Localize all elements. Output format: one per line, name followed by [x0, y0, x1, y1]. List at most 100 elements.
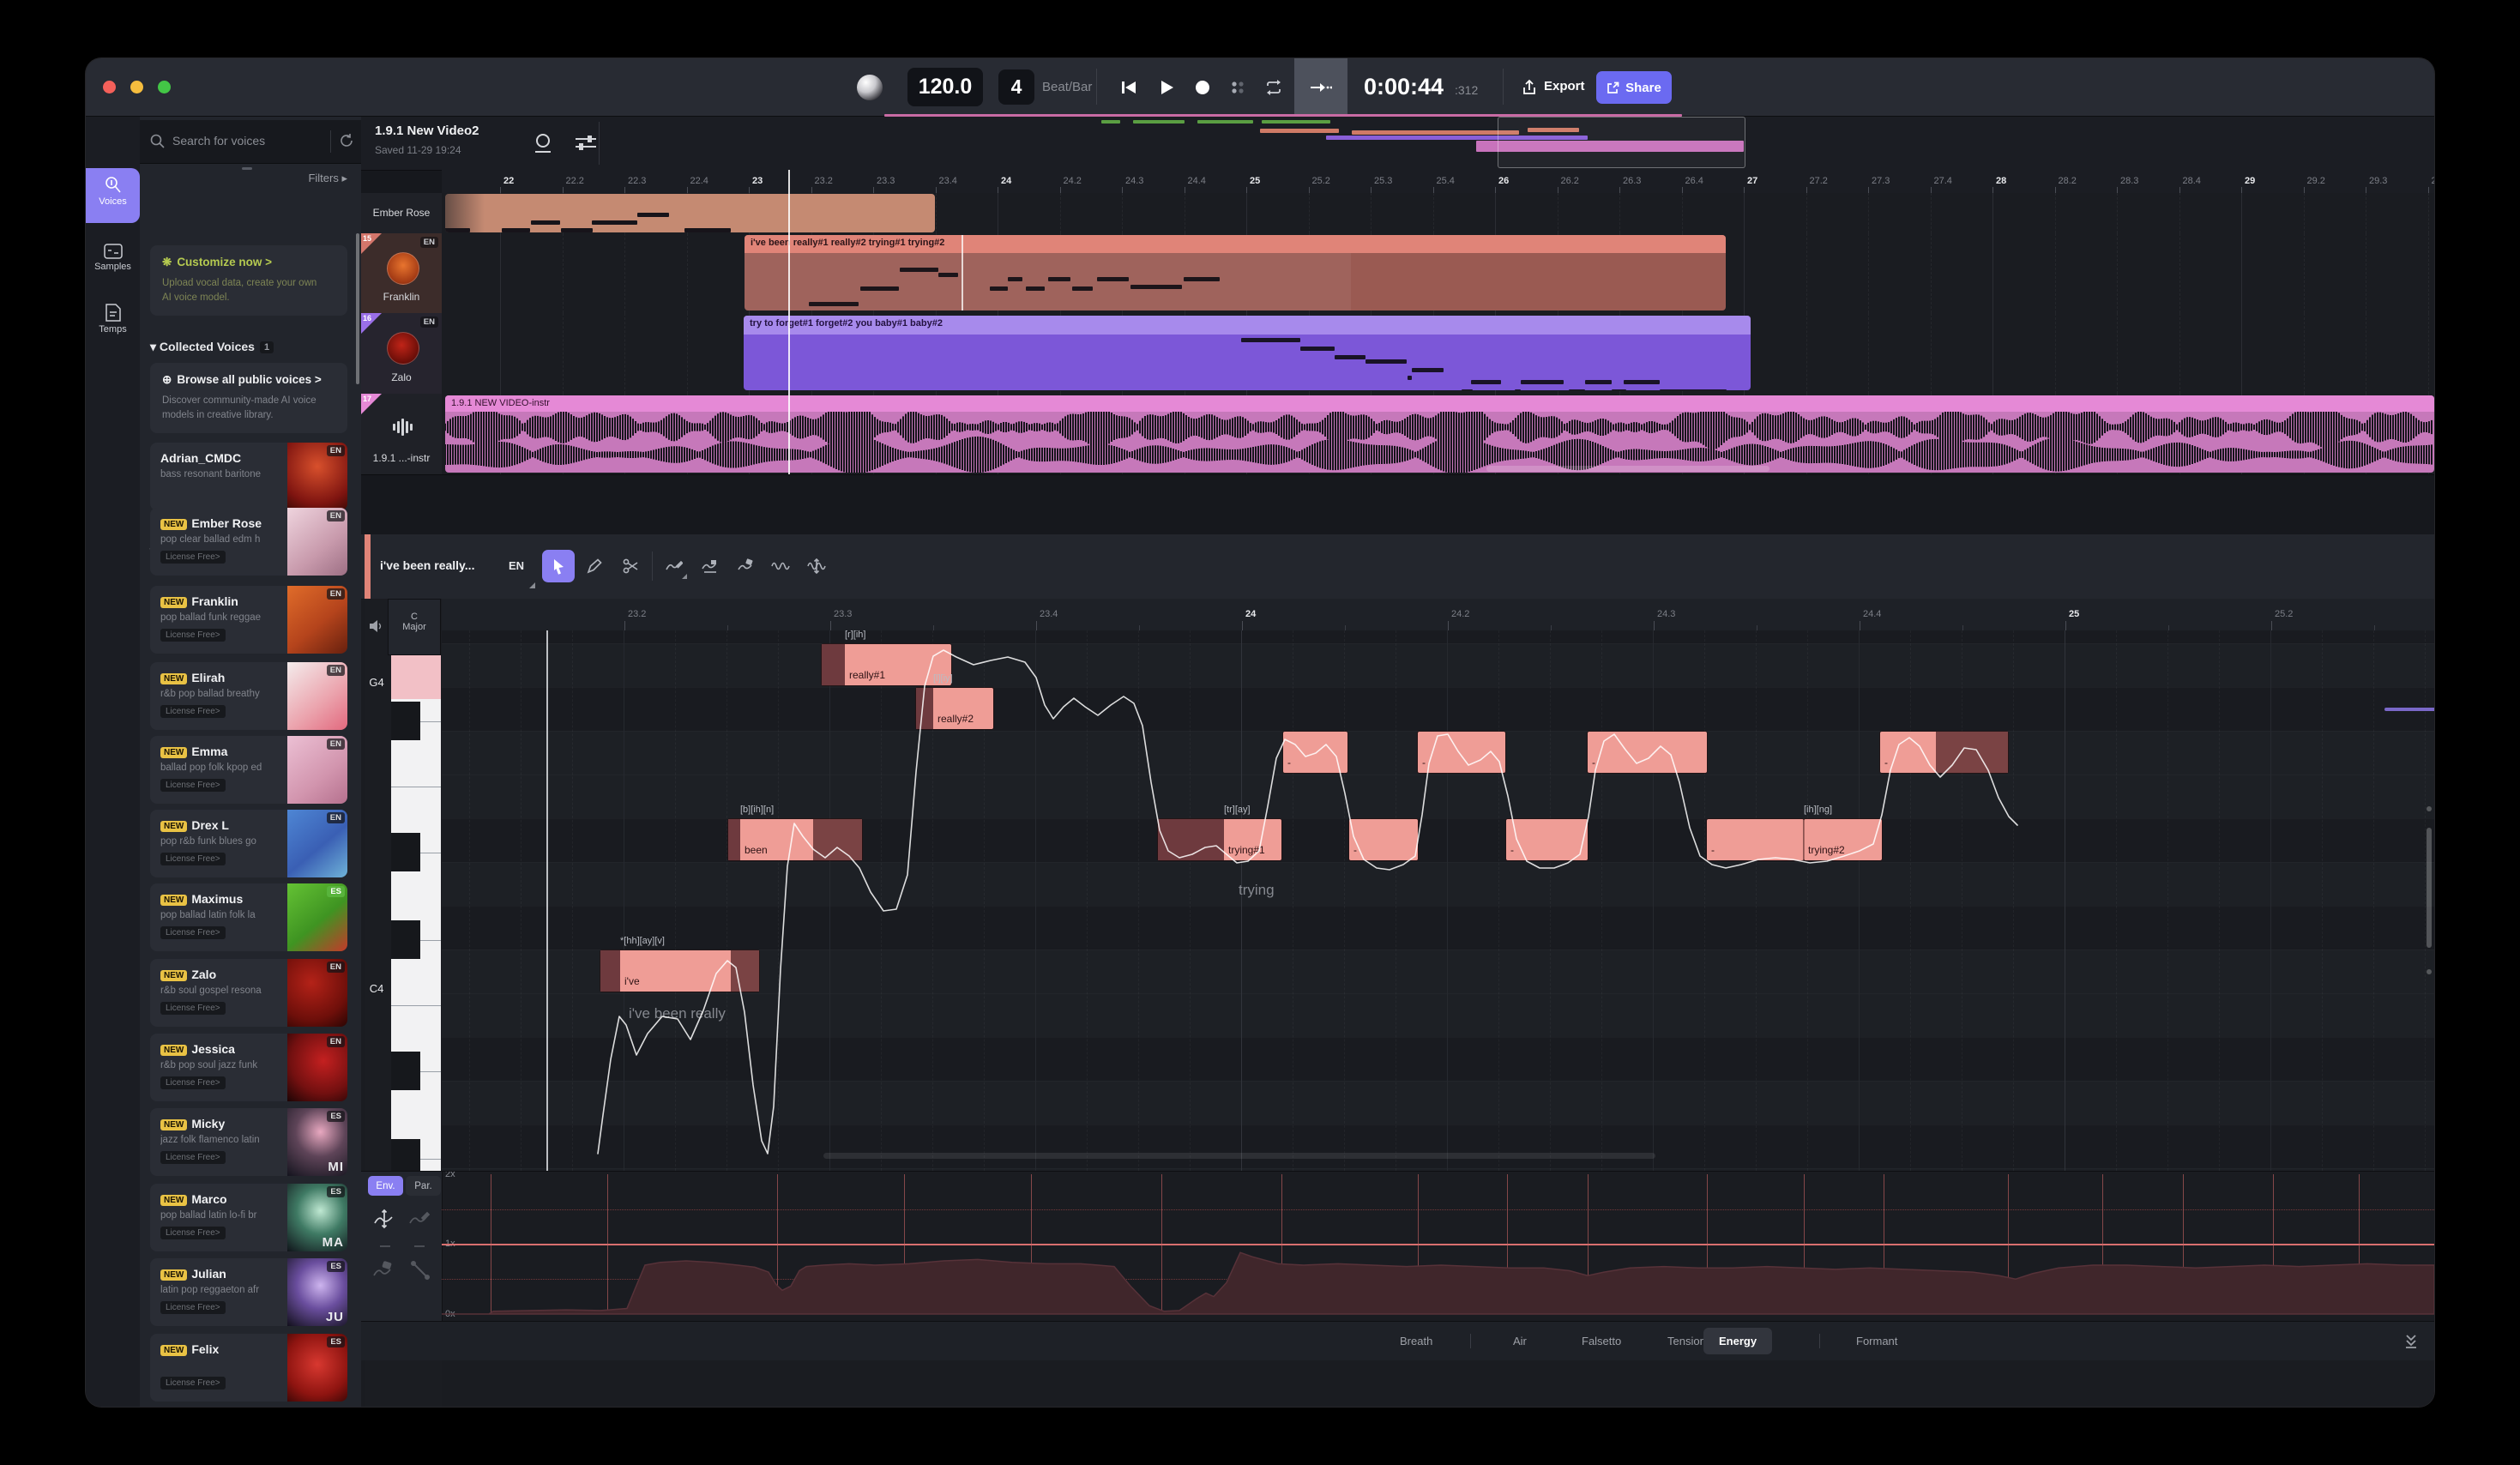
voice-card[interactable]: NEWMickyjazz folk flamenco latinLicense … — [150, 1108, 347, 1176]
key-signature-box[interactable]: C Major — [388, 599, 441, 655]
share-button[interactable]: Share — [1596, 71, 1672, 104]
voice-card[interactable]: NEWFelixLicense Free>ES — [150, 1334, 347, 1402]
sidebar-tab-samples[interactable]: Samples — [86, 244, 140, 272]
clip-ember-rose[interactable] — [445, 194, 935, 232]
pitch-stamp-tool-button[interactable] — [694, 550, 726, 582]
note--[interactable]: - — [1349, 819, 1418, 860]
license-badge[interactable]: License Free> — [160, 853, 226, 865]
track-lane[interactable]: 1.9.1 NEW VIDEO-instr — [442, 394, 2434, 475]
record-button[interactable] — [1187, 58, 1218, 116]
refresh-icon[interactable] — [339, 133, 354, 148]
note-trying-2[interactable]: trying#2 — [1804, 819, 1882, 860]
voice-card[interactable]: NEWEmber Rosepop clear ballad edm hLicen… — [150, 508, 347, 576]
license-badge[interactable]: License Free> — [160, 705, 226, 718]
search-input[interactable]: Search for voices — [172, 134, 265, 148]
vibrato-tool-button[interactable] — [764, 550, 797, 582]
license-badge[interactable]: License Free> — [160, 1227, 226, 1239]
note-been[interactable]: been — [728, 819, 862, 860]
black-key[interactable] — [391, 833, 420, 871]
envelope-tab[interactable]: Env. — [368, 1176, 403, 1196]
tab-breath[interactable]: Breath — [1384, 1328, 1448, 1354]
note-grid[interactable]: i've*[hh][ay][v]been[b][ih][n]really#1[r… — [442, 630, 2434, 1171]
track-avatar[interactable] — [387, 252, 419, 285]
voice-card-adrian[interactable]: Adrian_CMDC bass resonant baritone EN — [150, 443, 347, 510]
pointer-tool-button[interactable] — [542, 550, 575, 582]
black-key[interactable] — [391, 1052, 420, 1090]
voice-card[interactable]: NEWFranklinpop ballad funk reggaeLicense… — [150, 586, 347, 654]
editor-ruler[interactable]: 23.223.323.42424.224.324.42525.2 — [442, 599, 2434, 631]
pencil-tool-button[interactable] — [578, 550, 611, 582]
license-badge[interactable]: License Free> — [160, 926, 226, 939]
voice-card[interactable]: NEWMaximuspop ballad latin folk laLicens… — [150, 883, 347, 951]
note--[interactable]: - — [1880, 732, 2008, 773]
loop-button[interactable] — [1257, 58, 1290, 116]
line-tool[interactable] — [411, 1261, 430, 1280]
energy-curve-chart[interactable]: 2x1x0x — [442, 1172, 2434, 1322]
tab-energy[interactable]: Energy — [1703, 1328, 1772, 1354]
play-button[interactable] — [1151, 58, 1182, 116]
project-title[interactable]: 1.9.1 New Video2 — [375, 124, 479, 138]
customize-voice-card[interactable]: ❋Customize now > Upload vocal data, crea… — [150, 245, 347, 316]
timeline-ruler[interactable]: 2222.222.322.42323.223.323.42424.224.324… — [442, 170, 2434, 194]
sidebar-tab-voices[interactable]: Voices — [86, 168, 140, 223]
clip-zalo[interactable]: try to forget#1 forget#2 you baby#1 baby… — [744, 316, 1751, 390]
auto-scroll-toggle[interactable] — [1294, 58, 1347, 116]
license-badge[interactable]: License Free> — [160, 779, 226, 792]
track-header-franklin[interactable]: 15ENFranklin — [361, 233, 442, 314]
export-button[interactable]: Export — [1544, 79, 1585, 93]
track-lane[interactable] — [442, 193, 2434, 234]
voice-card[interactable]: NEWEmmaballad pop folk kpop edLicense Fr… — [150, 736, 347, 804]
voice-card[interactable]: NEWJessicar&b pop soul jazz funkLicense … — [150, 1034, 347, 1101]
note--[interactable]: - — [1418, 732, 1505, 773]
parameters-tab[interactable]: Par. — [406, 1176, 441, 1196]
black-key[interactable] — [391, 702, 420, 740]
minimap-viewport[interactable] — [1498, 117, 1745, 168]
tab-formant[interactable]: Formant — [1841, 1328, 1913, 1354]
export-icon[interactable] — [1516, 58, 1542, 116]
close-window-button[interactable] — [103, 81, 116, 93]
scissors-tool-button[interactable] — [614, 550, 647, 582]
license-badge[interactable]: License Free> — [160, 551, 226, 564]
sidebar-tab-temps[interactable]: Temps — [86, 304, 140, 335]
minimize-window-button[interactable] — [130, 81, 143, 93]
note--[interactable]: - — [1283, 732, 1347, 773]
skip-back-button[interactable] — [1113, 58, 1144, 116]
mixer-settings-icon[interactable] — [574, 132, 598, 154]
clip-franklin[interactable]: i've been really#1 really#2 trying#1 try… — [745, 235, 1726, 310]
track-header-ember-rose[interactable]: Ember Rose — [361, 193, 442, 234]
sidebar-scrollbar[interactable] — [356, 233, 359, 384]
playhead[interactable] — [788, 170, 790, 474]
curve-eraser-tool[interactable] — [373, 1261, 394, 1280]
license-badge[interactable]: License Free> — [160, 1002, 226, 1015]
tab-falsetto[interactable]: Falsetto — [1566, 1328, 1637, 1354]
license-badge[interactable]: License Free> — [160, 629, 226, 642]
metronome-orb-icon[interactable] — [857, 75, 883, 100]
collapse-panel-icon[interactable] — [2402, 1332, 2420, 1349]
piano-keys[interactable] — [391, 655, 441, 1239]
voice-card[interactable]: NEWDrex Lpop r&b funk blues goLicense Fr… — [150, 810, 347, 877]
tempo-value[interactable]: 120.0 — [907, 68, 983, 106]
zoom-window-button[interactable] — [158, 81, 171, 93]
track-lane[interactable]: i've been really#1 really#2 trying#1 try… — [442, 233, 2434, 314]
arrangement-minimap[interactable] — [599, 117, 1782, 170]
vertical-scrollbar[interactable] — [2427, 828, 2432, 948]
browse-public-voices-card[interactable]: ⊕Browse all public voices > Discover com… — [150, 363, 347, 433]
license-badge[interactable]: License Free> — [160, 1377, 226, 1390]
curve-draw-tool[interactable] — [409, 1209, 430, 1228]
license-badge[interactable]: License Free> — [160, 1301, 226, 1314]
record-mode-icon[interactable] — [533, 132, 553, 154]
tab-air[interactable]: Air — [1498, 1328, 1542, 1354]
track-header-zalo[interactable]: 16ENZalo — [361, 313, 442, 395]
voice-card[interactable]: NEWZalor&b soul gospel resonaLicense Fre… — [150, 959, 347, 1027]
note-i've[interactable]: i've — [600, 950, 759, 992]
note-trying-1[interactable]: trying#1 — [1158, 819, 1281, 860]
note-really-2[interactable]: really#2 — [916, 688, 993, 729]
voice-search-bar[interactable]: Search for voices — [140, 120, 361, 164]
lyric-language-dropdown[interactable]: EN — [509, 559, 524, 572]
vibrato-adjust-tool-button[interactable] — [800, 550, 833, 582]
track-avatar[interactable] — [387, 332, 419, 365]
voice-card[interactable]: NEWMarcopop ballad latin lo-fi brLicense… — [150, 1184, 347, 1251]
license-badge[interactable]: License Free> — [160, 1076, 226, 1089]
pitch-draw-tool-button[interactable] — [658, 550, 690, 582]
black-key[interactable] — [391, 920, 420, 959]
